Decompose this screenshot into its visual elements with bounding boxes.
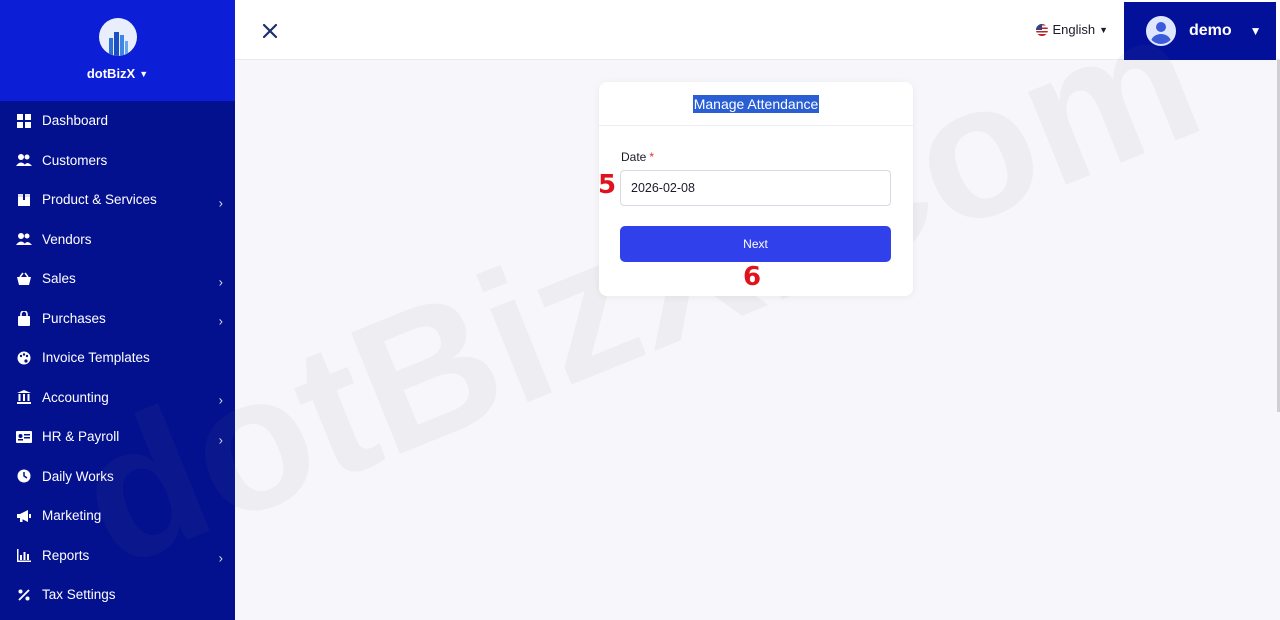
sidebar-item-hr-payroll[interactable]: HR & Payroll › — [0, 417, 235, 457]
chevron-down-icon: ▼ — [1099, 24, 1108, 35]
sidebar-item-sales[interactable]: Sales › — [0, 259, 235, 299]
chevron-down-icon: ▼ — [1249, 24, 1262, 38]
sidebar-item-invoice-templates[interactable]: Invoice Templates — [0, 338, 235, 378]
bar-chart-icon — [16, 547, 32, 563]
sidebar-item-label: Accounting — [42, 389, 109, 405]
brand-header: dotBizX ▼ — [0, 0, 235, 101]
close-icon — [262, 23, 278, 39]
building-logo-icon — [108, 32, 128, 56]
chevron-right-icon: › — [218, 274, 223, 290]
sidebar-item-label: Tax Settings — [42, 587, 116, 603]
close-sidebar-button[interactable] — [259, 20, 281, 42]
brand-logo — [98, 18, 137, 56]
date-input[interactable] — [620, 170, 891, 206]
user-name: demo — [1189, 22, 1232, 39]
sidebar-item-label: Reports — [42, 547, 90, 563]
card-header: Manage Attendance — [599, 82, 913, 126]
chevron-right-icon: › — [218, 313, 223, 329]
palette-icon — [16, 350, 32, 366]
sidebar-item-tax-settings[interactable]: Tax Settings — [0, 575, 235, 615]
sidebar-item-customers[interactable]: Customers — [0, 141, 235, 181]
sidebar-item-marketing[interactable]: Marketing — [0, 496, 235, 536]
sidebar-item-vendors[interactable]: Vendors — [0, 220, 235, 260]
box-icon — [16, 192, 32, 208]
bag-icon — [16, 310, 32, 326]
step-marker-6: 6 — [743, 262, 762, 292]
us-flag-icon — [1036, 23, 1049, 36]
step-marker-5: 5 — [598, 170, 617, 200]
chevron-right-icon: › — [218, 392, 223, 408]
sidebar-item-product-services[interactable]: Product & Services › — [0, 180, 235, 220]
sidebar: dotBizX ▼ Dashboard Customers Product & Se… — [0, 0, 235, 620]
required-mark: * — [649, 150, 655, 164]
language-selector[interactable]: English ▼ — [1036, 22, 1108, 37]
sidebar-item-label: Dashboard — [42, 113, 109, 129]
sidebar-item-reports[interactable]: Reports › — [0, 536, 235, 576]
sidebar-item-label: Daily Works — [42, 468, 114, 484]
basket-icon — [16, 271, 32, 287]
sidebar-item-label: HR & Payroll — [42, 429, 120, 445]
sidebar-item-label: Invoice Templates — [42, 350, 150, 366]
sidebar-item-label: Marketing — [42, 508, 102, 524]
id-card-icon — [16, 429, 32, 445]
user-menu[interactable]: demo ▼ — [1124, 2, 1276, 60]
sidebar-item-label: Sales — [42, 271, 76, 287]
sidebar-item-accounting[interactable]: Accounting › — [0, 378, 235, 418]
sidebar-item-label: Product & Services — [42, 192, 157, 208]
megaphone-icon — [16, 508, 32, 524]
avatar — [1146, 16, 1176, 46]
sidebar-item-label: Customers — [42, 152, 108, 168]
date-label-text: Date — [621, 150, 647, 164]
users-icon — [16, 152, 32, 168]
brand-name: dotBizX — [86, 66, 136, 81]
language-label: English — [1052, 22, 1096, 37]
card-title: Manage Attendance — [692, 94, 820, 113]
date-label: Date * — [621, 150, 654, 164]
chevron-down-icon: ▼ — [139, 68, 149, 79]
users-icon — [16, 231, 32, 247]
percent-icon — [16, 587, 32, 603]
chevron-right-icon: › — [218, 195, 223, 211]
clock-icon — [16, 468, 32, 484]
chevron-right-icon: › — [218, 432, 223, 448]
sidebar-item-dashboard[interactable]: Dashboard — [0, 101, 235, 141]
sidebar-item-label: Vendors — [42, 231, 92, 247]
sidebar-menu: Dashboard Customers Product & Services › Ven… — [0, 101, 235, 615]
top-header: English ▼ demo ▼ — [235, 0, 1280, 60]
sidebar-item-daily-works[interactable]: Daily Works — [0, 457, 235, 497]
dashboard-icon — [16, 113, 32, 129]
bank-icon — [16, 389, 32, 405]
sidebar-item-purchases[interactable]: Purchases › — [0, 299, 235, 339]
chevron-right-icon: › — [218, 550, 223, 566]
brand-switcher[interactable]: dotBizX ▼ — [87, 66, 148, 81]
next-button[interactable]: Next — [620, 226, 891, 262]
sidebar-item-label: Purchases — [42, 310, 106, 326]
